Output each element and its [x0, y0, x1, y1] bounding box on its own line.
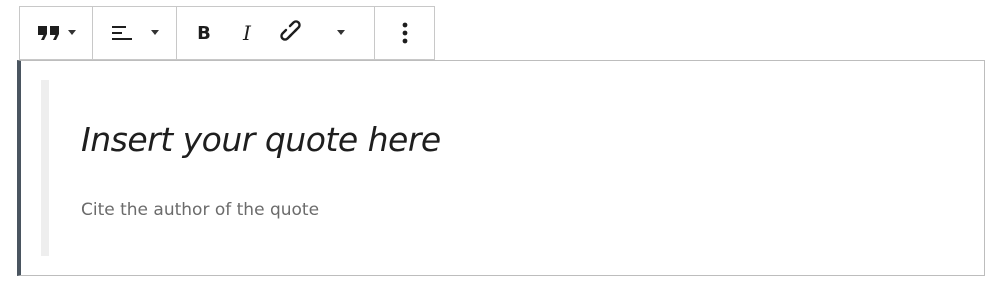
more-vertical-icon [402, 21, 408, 45]
italic-label: I [243, 21, 251, 45]
quote-icon [37, 24, 61, 42]
block-switcher-button[interactable] [20, 7, 92, 59]
options-group [375, 7, 434, 59]
bold-label: B [197, 22, 211, 44]
chevron-down-icon [67, 30, 76, 36]
align-left-icon [111, 24, 133, 42]
block-switcher-group [20, 7, 93, 59]
blockquote: Insert your quote here Cite the author o… [41, 80, 949, 256]
formatting-group: B I [177, 7, 375, 59]
italic-button[interactable]: I [223, 7, 271, 59]
bold-button[interactable]: B [185, 7, 223, 59]
chevron-down-icon [150, 30, 159, 36]
alignment-group [93, 7, 177, 59]
link-button[interactable] [271, 7, 315, 59]
chevron-down-icon [337, 30, 345, 36]
link-icon [280, 20, 306, 46]
more-rich-text-button[interactable] [315, 7, 367, 59]
block-toolbar: B I [19, 6, 435, 60]
align-button[interactable] [93, 7, 176, 59]
quote-text-field[interactable]: Insert your quote here [81, 120, 441, 159]
citation-field[interactable]: Cite the author of the quote [81, 200, 319, 220]
quote-block[interactable]: Insert your quote here Cite the author o… [17, 60, 985, 276]
block-options-button[interactable] [375, 7, 434, 59]
